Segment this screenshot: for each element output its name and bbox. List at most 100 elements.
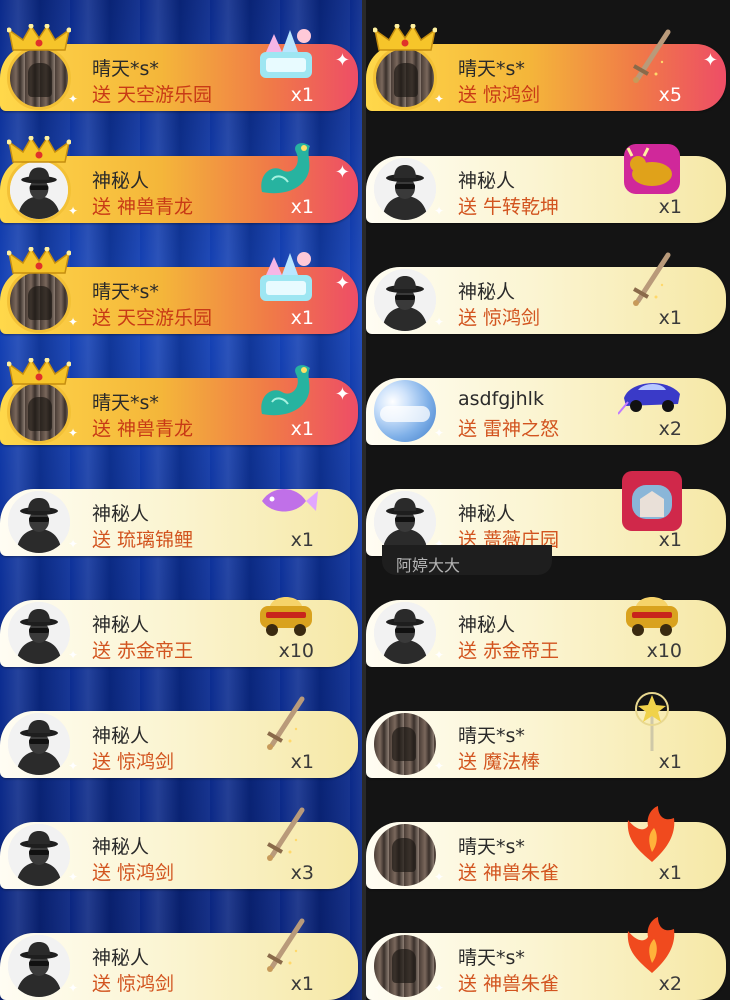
golden-bull-gift-icon: [624, 144, 680, 194]
avatar[interactable]: [374, 935, 436, 997]
avatar[interactable]: [374, 158, 436, 220]
overlay-user-tag: 阿婷大大: [382, 545, 552, 575]
gift-message-card[interactable]: 晴天*s* 送 魔法棒 x1 ✦: [366, 692, 726, 778]
sender-name[interactable]: 晴天*s*: [92, 388, 159, 415]
sender-name[interactable]: 神秘人: [92, 943, 149, 970]
gift-count: x1: [290, 418, 314, 440]
sparkle-icon: ✦: [334, 384, 350, 405]
magic-wand-gift-icon: [635, 692, 669, 751]
sender-name[interactable]: 晴天*s*: [458, 54, 525, 81]
gift-message-card[interactable]: 神秘人送 惊鸿剑 x1 ✦: [0, 696, 358, 778]
avatar[interactable]: [374, 824, 436, 886]
sender-name[interactable]: 晴天*s*: [458, 943, 525, 970]
gift-action-text: 送 天空游乐园: [92, 307, 213, 329]
gift-action-text: 送 神兽青龙: [92, 196, 194, 218]
gift-count: x1: [658, 862, 682, 884]
avatar[interactable]: [7, 380, 71, 444]
gift-count: x1: [290, 973, 314, 995]
sender-name[interactable]: 神秘人: [458, 610, 515, 637]
avatar[interactable]: [8, 713, 70, 775]
gift-action-text: 送 琉璃锦鲤: [92, 529, 194, 551]
sparkle-icon: ✦: [68, 204, 79, 218]
avatar[interactable]: [374, 380, 436, 442]
gift-action-text: 送 惊鸿剑: [92, 751, 175, 773]
gift-message-card[interactable]: 晴天*s* 送 神兽朱雀 x2 ✦: [366, 917, 726, 1000]
gift-message-card[interactable]: 晴天*s* 送 天空游乐园 x1 ✦ ✦: [0, 24, 358, 111]
gift-action-text: 送 赤金帝王: [92, 640, 194, 662]
sender-name[interactable]: 晴天*s*: [92, 54, 159, 81]
sender-name[interactable]: 神秘人: [458, 499, 515, 526]
mystery-user-icon: [8, 491, 70, 553]
mystery-user-icon: [374, 269, 436, 331]
sender-name[interactable]: 晴天*s*: [92, 277, 159, 304]
gift-message-card[interactable]: 晴天*s* 送 惊鸿剑 x5 ✦ ✦: [366, 24, 726, 111]
phoenix-gift-icon: [627, 806, 675, 862]
avatar[interactable]: [374, 602, 436, 664]
gift-action-text: 送 牛转乾坤: [458, 196, 560, 218]
gift-message-card[interactable]: 神秘人送 赤金帝王 x10 ✦: [0, 597, 358, 667]
gift-action-text: 送 神兽青龙: [92, 418, 194, 440]
gift-action-text: 送 赤金帝王: [458, 640, 560, 662]
sword-gift-icon: [633, 29, 671, 83]
gift-count: x3: [290, 862, 314, 884]
sparkle-icon: ✦: [68, 759, 79, 773]
gift-message-card[interactable]: asdfgjhlk 送 雷神之怒 x2 ✦: [366, 378, 726, 445]
sender-name[interactable]: 神秘人: [458, 277, 515, 304]
sender-name[interactable]: 神秘人: [92, 610, 149, 637]
gift-count: x10: [278, 640, 314, 662]
avatar[interactable]: [8, 602, 70, 664]
sparkle-icon: ✦: [68, 648, 79, 662]
sender-name[interactable]: 神秘人: [92, 499, 149, 526]
gift-count: x1: [658, 751, 682, 773]
sender-name[interactable]: asdfgjhlk: [458, 388, 544, 410]
dragon-gift-icon: [261, 365, 310, 416]
avatar[interactable]: [374, 491, 436, 553]
sparkle-icon: ✦: [334, 50, 350, 71]
avatar[interactable]: [7, 46, 71, 110]
avatar[interactable]: [7, 269, 71, 333]
gift-message-card[interactable]: 神秘人送 牛转乾坤 x1 ✦: [366, 144, 726, 223]
avatar[interactable]: [373, 46, 437, 110]
avatar[interactable]: [8, 491, 70, 553]
gift-count: x1: [658, 196, 682, 218]
gift-action-text: 送 惊鸿剑: [92, 973, 175, 995]
gift-message-card[interactable]: 神秘人送 琉璃锦鲤 x1 ✦: [0, 489, 358, 556]
gift-count: x1: [290, 196, 314, 218]
gift-message-card[interactable]: 晴天*s* 送 神兽青龙 x1 ✦ ✦: [0, 358, 358, 445]
avatar[interactable]: [374, 713, 436, 775]
gift-count: x2: [658, 973, 682, 995]
gift-message-card[interactable]: 神秘人送 惊鸿剑 x1 ✦: [366, 252, 726, 334]
gift-count: x1: [290, 751, 314, 773]
gift-count: x1: [290, 529, 314, 551]
gift-action-text: 送 惊鸿剑: [458, 84, 541, 106]
gift-message-card[interactable]: 神秘人送 赤金帝王 x10 ✦: [366, 597, 726, 667]
golden-car-gift-icon: [626, 597, 678, 636]
avatar[interactable]: [8, 824, 70, 886]
gift-message-card[interactable]: 神秘人送 惊鸿剑 x1 ✦: [0, 918, 358, 1000]
sender-name[interactable]: 晴天*s*: [458, 721, 525, 748]
left-gift-feed: 晴天*s* 送 天空游乐园 x1 ✦ ✦ 神秘人送 神兽青龙 x1 ✦ ✦ 晴天*s* 送 天空游乐…: [0, 0, 362, 1000]
sword-gift-icon: [633, 252, 671, 306]
gift-message-card[interactable]: 晴天*s* 送 天空游乐园 x1 ✦ ✦: [0, 247, 358, 334]
sender-name[interactable]: 神秘人: [92, 832, 149, 859]
mystery-user-icon: [374, 602, 436, 664]
avatar[interactable]: [374, 269, 436, 331]
sender-name[interactable]: 神秘人: [458, 166, 515, 193]
sword-gift-icon: [267, 807, 305, 861]
gift-message-card[interactable]: 晴天*s* 送 神兽朱雀 x1 ✦: [366, 806, 726, 889]
avatar[interactable]: [7, 158, 71, 222]
gift-message-card[interactable]: 神秘人送 惊鸿剑 x3 ✦: [0, 807, 358, 889]
crown-icon: [7, 136, 71, 163]
sparkle-icon: ✦: [434, 315, 445, 329]
mystery-user-icon: [8, 935, 70, 997]
sparkle-icon: ✦: [434, 981, 445, 995]
gift-count: x1: [658, 529, 682, 551]
sender-name[interactable]: 神秘人: [92, 721, 149, 748]
sender-name[interactable]: 晴天*s*: [458, 832, 525, 859]
sender-name[interactable]: 神秘人: [92, 166, 149, 193]
avatar[interactable]: [8, 935, 70, 997]
gift-count: x10: [646, 640, 682, 662]
crown-icon: [7, 24, 71, 51]
sparkle-icon: ✦: [434, 204, 445, 218]
gift-message-card[interactable]: 神秘人送 神兽青龙 x1 ✦ ✦: [0, 136, 358, 223]
